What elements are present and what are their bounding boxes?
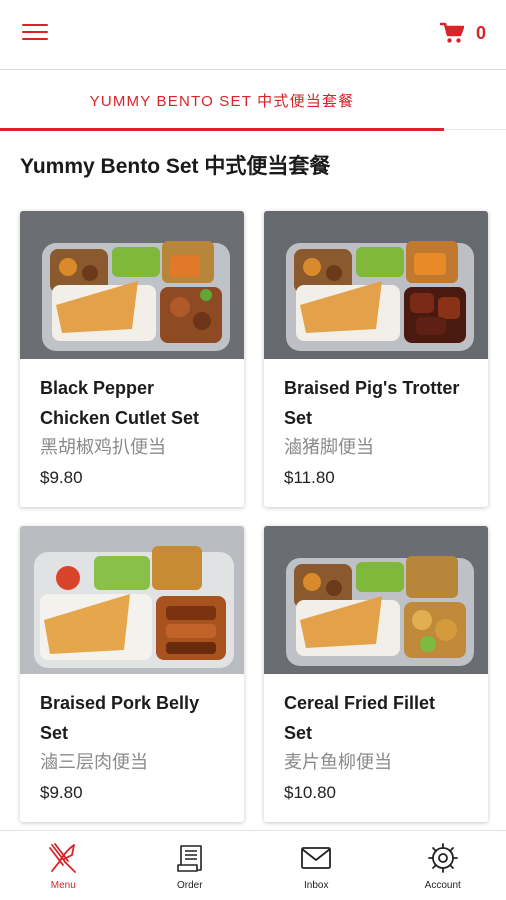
nav-inbox[interactable]: Inbox (253, 831, 380, 900)
product-chinese-name: 滷猪脚便当 (284, 437, 374, 458)
active-tab-indicator (0, 128, 444, 131)
bento-food-image (264, 211, 488, 359)
product-card[interactable]: Black Pepper Chicken Cutlet Set 黑胡椒鸡扒便当 … (20, 211, 244, 507)
product-card[interactable]: Cereal Fried Fillet Set 麦片鱼柳便当 $10.80 (264, 526, 488, 822)
fork-knife-icon (49, 843, 77, 873)
product-price: $10.80 (284, 783, 336, 802)
product-name-line2: Set (284, 408, 313, 428)
bento-food-image (264, 526, 488, 674)
product-name-line1: Braised Pig's Trotter (284, 378, 460, 398)
product-name-line1: Braised Pork Belly (40, 693, 200, 713)
product-card[interactable]: Braised Pig's Trotter Set 滷猪脚便当 $11.80 (264, 211, 488, 507)
product-price: $11.80 (284, 468, 335, 487)
tab-label: YUMMY BENTO SET 中式便当套餐 (89, 92, 355, 110)
nav-label-account: Account (424, 880, 461, 891)
product-card[interactable]: Braised Pork Belly Set 滷三层肉便当 $9.80 (20, 526, 244, 822)
nav-label-menu: Menu (50, 880, 76, 891)
product-chinese-name: 黑胡椒鸡扒便当 (40, 437, 166, 458)
cart-count-badge: 0 (475, 22, 486, 43)
gear-icon (427, 843, 458, 873)
bottom-navigation: Menu Order Inbox Account (0, 830, 506, 900)
cart-button[interactable]: 0 (439, 22, 486, 44)
hamburger-menu-icon[interactable] (22, 24, 48, 44)
nav-order[interactable]: Order (127, 831, 254, 900)
section-title: Yummy Bento Set 中式便当套餐 (20, 155, 331, 178)
category-tab-bar: YUMMY BENTO SET 中式便当套餐 (0, 70, 506, 131)
nav-account[interactable]: Account (380, 831, 506, 900)
product-price: $9.80 (40, 468, 83, 487)
product-price: $9.80 (40, 783, 83, 802)
product-chinese-name: 麦片鱼柳便当 (284, 752, 392, 773)
bento-food-image (20, 526, 244, 674)
product-name-line2: Set (284, 723, 313, 743)
product-name-line2: Chicken Cutlet Set (40, 408, 200, 428)
receipt-icon (176, 845, 202, 872)
bento-food-image (20, 211, 244, 359)
product-name-line1: Cereal Fried Fillet (284, 693, 436, 713)
nav-menu[interactable]: Menu (0, 831, 127, 900)
product-chinese-name: 滷三层肉便当 (40, 752, 148, 773)
tab-yummy-bento-set[interactable]: YUMMY BENTO SET 中式便当套餐 (0, 70, 444, 131)
product-name-line1: Black Pepper (40, 378, 155, 398)
nav-label-inbox: Inbox (304, 880, 329, 891)
shopping-cart-icon (439, 22, 464, 43)
nav-label-order: Order (176, 880, 203, 891)
envelope-icon (301, 847, 332, 869)
product-name-line2: Set (40, 723, 69, 743)
top-app-bar: 0 (0, 0, 506, 70)
